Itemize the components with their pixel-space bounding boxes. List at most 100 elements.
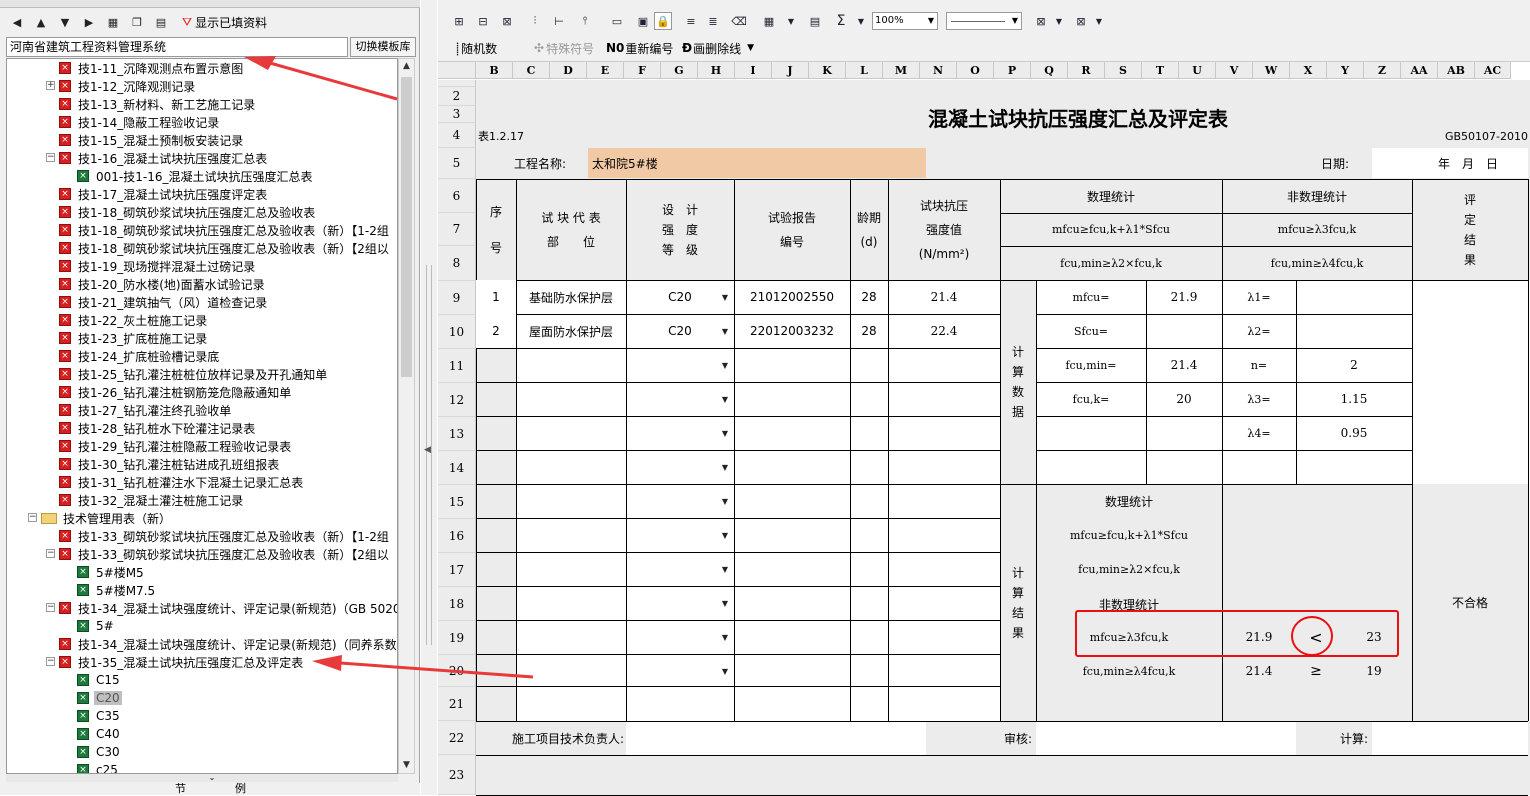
- column-header[interactable]: V: [1216, 62, 1253, 79]
- row-header[interactable]: 9: [438, 281, 476, 315]
- show-filled-toggle[interactable]: ⛛ 显示已填资料: [182, 14, 267, 31]
- column-header[interactable]: B: [476, 62, 513, 79]
- column-header[interactable]: G: [661, 62, 698, 79]
- grade-dropdown-icon[interactable]: ▼: [718, 391, 732, 407]
- row-header[interactable]: 14: [438, 451, 476, 485]
- tree-item[interactable]: × 技1-12_沉降观测记录: [59, 77, 197, 95]
- row-header[interactable]: [438, 80, 476, 87]
- column-header[interactable]: AC: [1475, 62, 1511, 79]
- scroll-thumb[interactable]: [401, 77, 412, 377]
- add-table-icon[interactable]: ▦: [104, 13, 122, 31]
- column-header[interactable]: P: [994, 62, 1031, 79]
- tree-item[interactable]: × 技1-23_扩底桩施工记录: [59, 329, 209, 347]
- tree-item[interactable]: × 技1-25_钻孔灌注桩桩位放样记录及开孔通知单: [59, 365, 329, 383]
- splitter-handle[interactable]: [426, 265, 432, 645]
- calc-value-field[interactable]: [1372, 722, 1528, 755]
- strikethrough-button[interactable]: Ð 画删除线 ▼: [682, 39, 754, 57]
- random-number-button[interactable]: ⸽ 随机数: [456, 39, 497, 57]
- tree-item[interactable]: × C35: [77, 707, 122, 725]
- line-style-select[interactable]: ▼: [946, 12, 1022, 30]
- tree-expander-icon[interactable]: −: [28, 513, 37, 522]
- project-name[interactable]: 太和院5#楼: [588, 148, 926, 178]
- chevron-down-icon[interactable]: ⌄: [202, 774, 222, 782]
- row-header[interactable]: 20: [438, 655, 476, 687]
- bottom-tab-1[interactable]: 节: [175, 783, 186, 795]
- sum-icon[interactable]: Σ: [832, 12, 850, 30]
- column-header[interactable]: K: [809, 62, 846, 79]
- grade-dropdown-icon[interactable]: ▼: [718, 595, 732, 611]
- tree-item[interactable]: × 技1-34_混凝土试块强度统计、评定记录(新规范)（GB 5020: [59, 599, 397, 617]
- tree-item[interactable]: × 001-技1-16_混凝土试块抗压强度汇总表: [77, 167, 314, 185]
- split-cell-icon[interactable]: ⊢: [550, 12, 568, 30]
- tree-item[interactable]: × 技1-13_新材料、新工艺施工记录: [59, 95, 257, 113]
- column-header[interactable]: D: [550, 62, 587, 79]
- row-header[interactable]: 17: [438, 553, 476, 587]
- tree-item[interactable]: × 技1-18_砌筑砂浆试块抗压强度汇总及验收表（新）【2组以: [59, 239, 391, 257]
- tree-item[interactable]: × C40: [77, 725, 122, 743]
- review-value[interactable]: [1036, 722, 1296, 755]
- column-header[interactable]: Y: [1327, 62, 1364, 79]
- column-header[interactable]: H: [698, 62, 735, 79]
- move-down-icon[interactable]: ▼: [56, 13, 74, 31]
- column-header[interactable]: S: [1105, 62, 1142, 79]
- tree-item[interactable]: × C30: [77, 743, 122, 761]
- tree-item[interactable]: × 技1-29_钻孔灌注桩隐蔽工程验收记录表: [59, 437, 293, 455]
- merge-icon[interactable]: ⫶: [526, 12, 544, 30]
- tree-item[interactable]: × 技1-31_钻孔桩灌注水下混凝土记录汇总表: [59, 473, 305, 491]
- row-header[interactable]: 22: [438, 721, 476, 755]
- row-header[interactable]: 11: [438, 349, 476, 383]
- column-header[interactable]: U: [1179, 62, 1216, 79]
- grade-dropdown-icon[interactable]: ▼: [718, 357, 732, 373]
- tree-item[interactable]: × 技1-28_钻孔桩水下砼灌注记录表: [59, 419, 257, 437]
- collapse-arrow-icon[interactable]: ◀: [424, 445, 431, 455]
- delete-row-icon[interactable]: ⊠: [498, 12, 516, 30]
- column-header[interactable]: N: [920, 62, 957, 79]
- tech-lead-value[interactable]: [626, 722, 926, 755]
- scroll-up-icon[interactable]: ▲: [399, 59, 414, 74]
- grade-dropdown-icon[interactable]: ▼: [718, 459, 732, 475]
- move-right-icon[interactable]: ▶: [80, 13, 98, 31]
- row-header[interactable]: 8: [438, 246, 476, 281]
- tree-item[interactable]: × 技1-15_混凝土预制板安装记录: [59, 131, 245, 149]
- column-header[interactable]: T: [1142, 62, 1179, 79]
- move-left-icon[interactable]: ◀: [8, 13, 26, 31]
- tree-expander-icon[interactable]: +: [46, 81, 55, 90]
- indent-icon[interactable]: ≣: [704, 12, 722, 30]
- grade-dropdown-icon[interactable]: ▼: [718, 493, 732, 509]
- row-header[interactable]: 2: [438, 87, 476, 106]
- format-icon[interactable]: ▣: [634, 12, 652, 30]
- line-dropdown-icon[interactable]: ▼: [1009, 13, 1021, 29]
- row-header[interactable]: 6: [438, 179, 476, 213]
- column-header[interactable]: L: [846, 62, 883, 79]
- row-header[interactable]: 12: [438, 383, 476, 417]
- column-header[interactable]: R: [1068, 62, 1105, 79]
- grade-dropdown-icon[interactable]: ▼: [718, 527, 732, 543]
- tree-item[interactable]: × 5#楼M7.5: [77, 581, 157, 599]
- panel-splitter[interactable]: ◀: [421, 0, 437, 795]
- row-header[interactable]: 13: [438, 417, 476, 451]
- column-header[interactable]: E: [587, 62, 624, 79]
- row-header[interactable]: 21: [438, 687, 476, 721]
- row-header[interactable]: 23: [438, 755, 476, 795]
- tree-item[interactable]: × 技1-20_防水楼(地)面蓄水试验记录: [59, 275, 267, 293]
- grid-corner[interactable]: [438, 62, 476, 79]
- tree-item[interactable]: × C20: [77, 689, 122, 707]
- eraser-icon[interactable]: ⌫: [730, 12, 748, 30]
- tree-item[interactable]: × 技1-34_混凝土试块强度统计、评定记录(新规范)（同养系数: [59, 635, 397, 653]
- tree-item[interactable]: × 技1-32_混凝土灌注桩施工记录: [59, 491, 245, 509]
- insert-col-icon[interactable]: ⊟: [474, 12, 492, 30]
- column-header[interactable]: X: [1290, 62, 1327, 79]
- grade-dropdown-icon[interactable]: ▼: [718, 629, 732, 645]
- tree-item[interactable]: × 技1-16_混凝土试块抗压强度汇总表: [59, 149, 269, 167]
- tree-item[interactable]: × 5#: [77, 617, 116, 635]
- column-header[interactable]: W: [1253, 62, 1290, 79]
- border-dropdown-icon[interactable]: ▼: [1050, 12, 1068, 30]
- insert-row-icon[interactable]: ⊞: [450, 12, 468, 30]
- grade-dropdown-icon[interactable]: ▼: [718, 323, 732, 339]
- cell-report[interactable]: 21012002550: [734, 280, 850, 314]
- border-icon[interactable]: ▭: [608, 12, 626, 30]
- border-color-icon[interactable]: ⊠: [1072, 12, 1090, 30]
- cell-age[interactable]: 28: [850, 280, 888, 314]
- tree-item[interactable]: × 技1-18_砌筑砂浆试块抗压强度汇总及验收表: [59, 203, 317, 221]
- tree-item[interactable]: × 技1-19_现场搅拌混凝土过磅记录: [59, 257, 257, 275]
